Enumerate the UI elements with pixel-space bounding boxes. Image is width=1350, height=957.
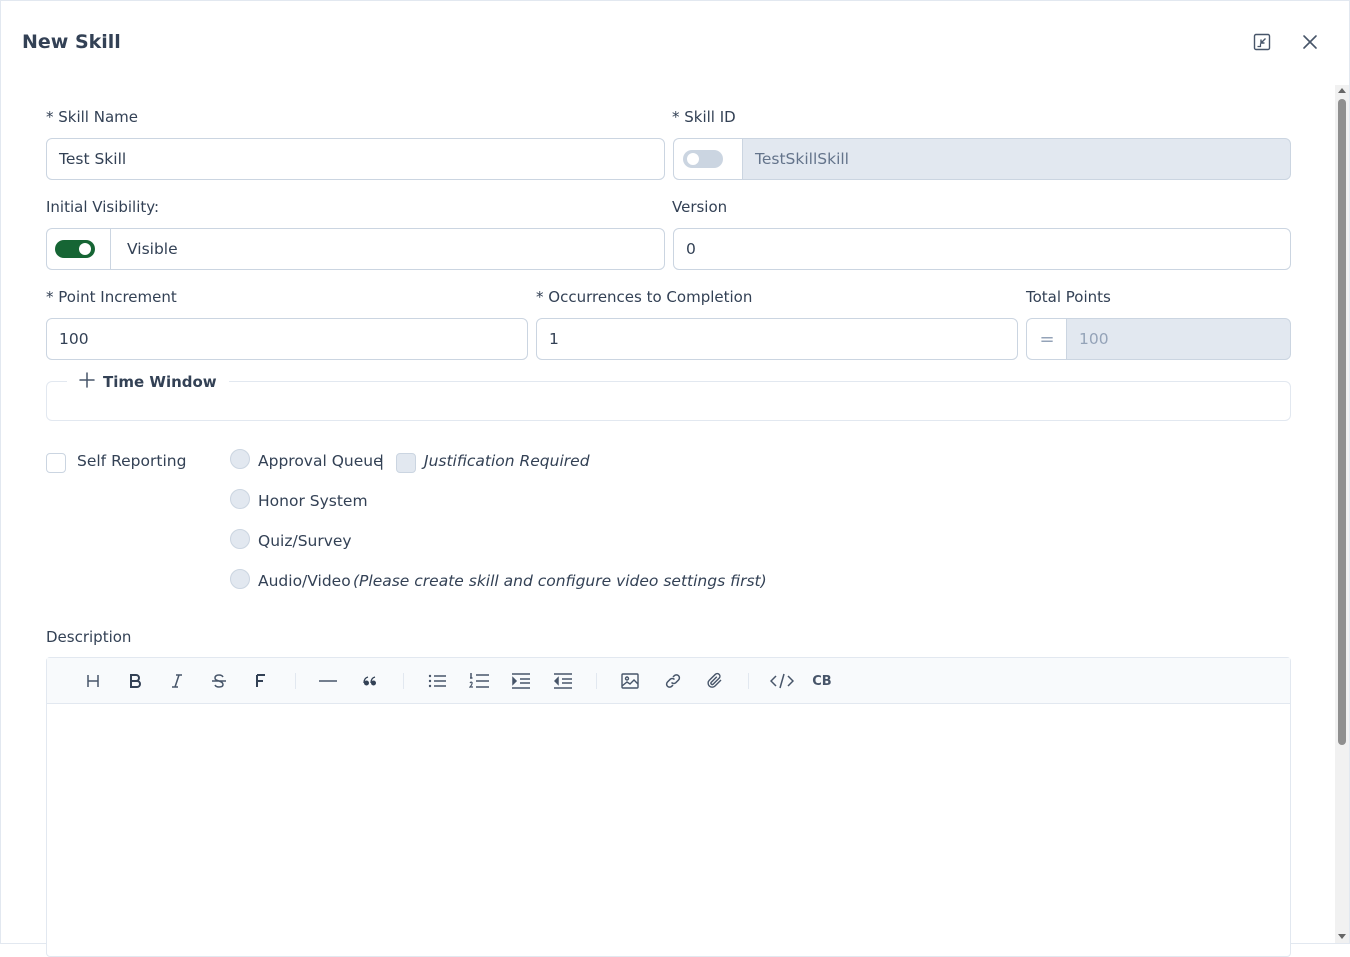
visibility-label: Initial Visibility: (46, 198, 160, 216)
quiz-survey-label: Quiz/Survey (258, 532, 352, 550)
self-reporting-label: Self Reporting (77, 452, 187, 470)
total-points-input: 100 (1066, 318, 1291, 360)
toolbar-divider (295, 673, 296, 689)
total-points-label: Total Points (1026, 288, 1111, 306)
toolbar-divider (403, 673, 404, 689)
skill-name-input[interactable]: Test Skill (46, 138, 665, 180)
time-window-label: Time Window (103, 373, 217, 391)
honor-system-label: Honor System (258, 492, 368, 510)
font-icon[interactable] (249, 669, 273, 693)
close-icon[interactable] (1297, 29, 1323, 55)
editor-toolbar: CB (47, 658, 1290, 704)
audio-video-label: Audio/Video (258, 572, 351, 590)
skill-id-edit-toggle[interactable] (682, 150, 723, 168)
strikethrough-icon[interactable] (207, 669, 231, 693)
attachment-icon[interactable] (703, 669, 727, 693)
dialog-title: New Skill (22, 31, 121, 53)
quiz-survey-radio[interactable] (230, 529, 250, 549)
time-window-toggle[interactable]: Time Window (67, 371, 229, 393)
justification-required-checkbox[interactable] (396, 453, 416, 473)
self-reporting-checkbox[interactable] (46, 453, 66, 473)
heading-icon[interactable] (81, 669, 105, 693)
skill-id-input: TestSkillSkill (742, 138, 1291, 180)
occurrences-value: 1 (549, 330, 559, 348)
occurrences-input[interactable]: 1 (536, 318, 1018, 360)
version-label: Version (672, 198, 728, 216)
skill-name-value: Test Skill (59, 150, 127, 168)
audio-video-note: (Please create skill and configure video… (353, 572, 767, 590)
version-value: 0 (686, 240, 696, 258)
code-block-icon[interactable]: CB (810, 669, 834, 693)
honor-system-radio[interactable] (230, 489, 250, 509)
bullet-list-icon[interactable] (425, 669, 449, 693)
image-icon[interactable] (618, 669, 642, 693)
scrollbar[interactable] (1335, 85, 1349, 943)
skill-name-label: * Skill Name (46, 108, 138, 126)
indent-icon[interactable] (509, 669, 533, 693)
point-increment-input[interactable]: 100 (46, 318, 528, 360)
toolbar-divider (748, 673, 749, 689)
collapse-icon[interactable] (1249, 29, 1275, 55)
plus-icon (79, 372, 95, 392)
equals-icon: = (1026, 318, 1067, 360)
scroll-thumb[interactable] (1338, 99, 1346, 745)
link-icon[interactable] (661, 669, 685, 693)
total-points-value: 100 (1079, 330, 1109, 348)
scroll-up-arrow-icon[interactable] (1338, 88, 1346, 93)
description-label: Description (46, 628, 132, 646)
approval-queue-label: Approval Queue (258, 452, 383, 470)
bold-icon[interactable] (123, 669, 147, 693)
visibility-value: Visible (127, 240, 178, 258)
ordered-list-icon[interactable] (467, 669, 491, 693)
skill-id-value: TestSkillSkill (755, 150, 849, 168)
skill-id-label: * Skill ID (672, 108, 736, 126)
outdent-icon[interactable] (551, 669, 575, 693)
italic-icon[interactable] (165, 669, 189, 693)
visibility-toggle[interactable] (55, 240, 95, 258)
visibility-value-field: Visible (110, 228, 665, 270)
description-editor[interactable]: CB (46, 657, 1291, 957)
new-skill-dialog: New Skill * Skill Name Test Skill * Skil… (0, 0, 1350, 957)
version-input[interactable]: 0 (673, 228, 1291, 270)
dialog-header: New Skill (1, 1, 1350, 85)
quote-icon[interactable] (358, 669, 382, 693)
occurrences-label: * Occurrences to Completion (536, 288, 753, 306)
visibility-toggle-addon (46, 228, 111, 270)
toggle-knob (79, 243, 91, 255)
option-separator: | (379, 452, 385, 470)
time-window-fieldset (46, 381, 1291, 421)
code-icon[interactable] (767, 669, 797, 693)
audio-video-radio[interactable] (230, 569, 250, 589)
skill-id-toggle-addon (673, 138, 743, 180)
toggle-knob (685, 152, 700, 166)
toolbar-divider (596, 673, 597, 689)
point-increment-value: 100 (59, 330, 89, 348)
point-increment-label: * Point Increment (46, 288, 177, 306)
justification-required-label: Justification Required (424, 452, 590, 470)
horizontal-rule-icon[interactable] (316, 669, 340, 693)
approval-queue-radio[interactable] (230, 449, 250, 469)
scroll-down-arrow-icon[interactable] (1338, 934, 1346, 939)
